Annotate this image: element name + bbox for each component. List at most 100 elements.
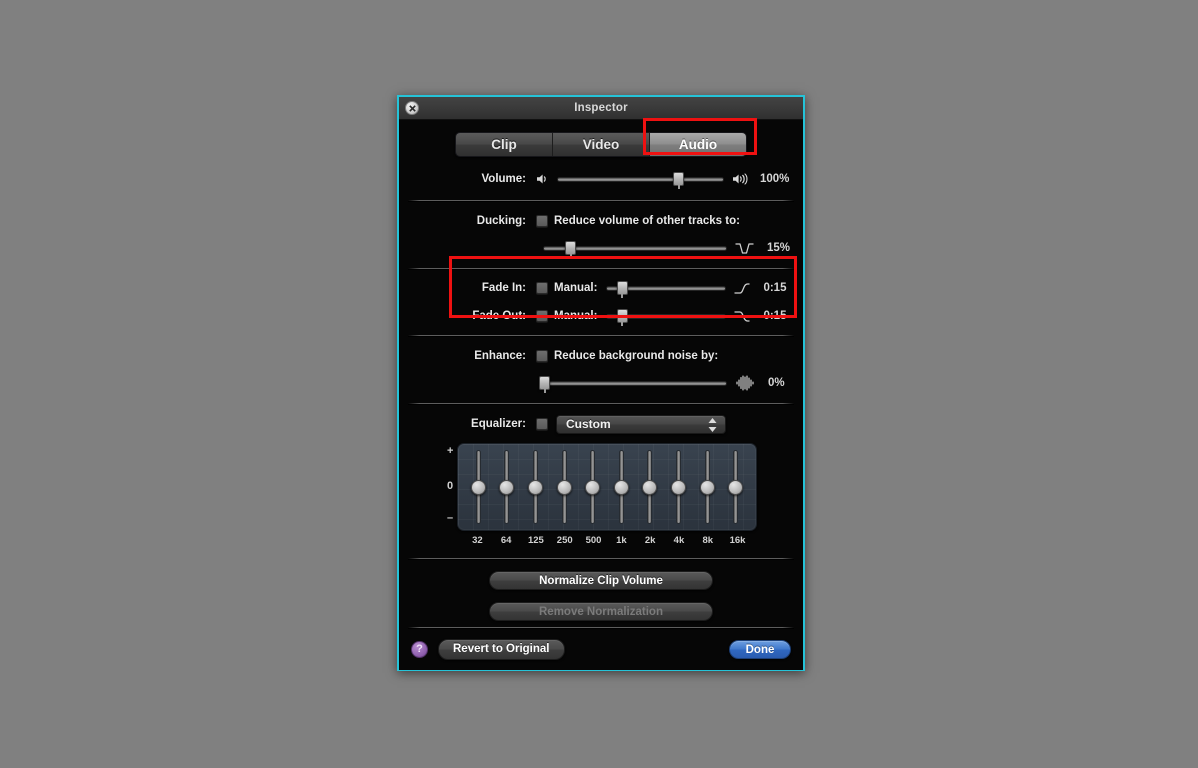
volume-row: Volume: 100% [408,168,794,190]
normalize-section: Normalize Clip Volume Remove Normalizati… [399,559,803,621]
enhance-label: Enhance: [474,350,526,362]
revert-to-original-button[interactable]: Revert to Original [438,638,565,660]
volume-slider[interactable] [557,171,724,189]
enhance-value: 0% [768,377,785,389]
normalize-clip-volume-button[interactable]: Normalize Clip Volume [489,571,713,590]
equalizer-preset-select[interactable]: Custom [556,414,726,434]
fade-in-manual-label: Manual: [554,282,598,294]
equalizer-row: Equalizer: Custom [408,413,794,435]
equalizer-band-knob[interactable] [585,479,601,495]
segmented-control: Clip Video Audio [455,132,747,157]
equalizer-band-knob[interactable] [728,479,744,495]
equalizer-frequency-label: 500 [585,535,602,546]
equalizer-band-knob[interactable] [470,479,486,495]
equalizer-frequency-label: 1k [616,535,627,546]
fade-in-slider-thumb[interactable] [616,281,628,298]
equalizer-frequency-label: 16k [729,535,746,546]
tab-audio[interactable]: Audio [650,133,746,156]
ducking-checkbox-label: Reduce volume of other tracks to: [554,215,740,227]
equalizer-checkbox[interactable] [536,418,548,430]
equalizer-band-125[interactable] [527,448,543,526]
equalizer-band-4k[interactable] [670,448,686,526]
enhance-checkbox[interactable] [536,350,548,362]
speaker-high-icon [732,173,749,185]
fade-out-row: Fade Out: Manual: 0:15 [408,305,794,327]
equalizer-bands [458,444,756,530]
equalizer-frequency-label: 2k [644,535,656,546]
equalizer-band-knob[interactable] [670,479,686,495]
fade-out-label: Fade Out: [472,310,526,322]
ducking-slider-row: 15% [408,237,794,259]
equalizer-band-16k[interactable] [728,448,744,526]
equalizer-frequency-labels: 32 64 125 250 500 1k 2k 4k 8k 16k [457,535,757,546]
ducking-checkbox[interactable] [536,215,548,227]
equalizer-scale-top: + [447,445,454,457]
fade-in-curve-icon [734,282,751,295]
speaker-low-icon [536,173,550,185]
volume-slider-track [557,177,724,182]
equalizer-frequency-label: 32 [472,535,483,546]
ducking-label: Ducking: [476,215,526,227]
ducking-slider-thumb[interactable] [565,241,577,258]
window-title: Inspector [574,102,628,114]
equalizer-scale-bottom: – [447,512,454,524]
equalizer-band-knob[interactable] [527,479,543,495]
fade-out-manual-label: Manual: [554,310,598,322]
volume-value: 100% [760,173,790,185]
equalizer-band-250[interactable] [556,448,572,526]
equalizer-frequency-label: 8k [702,535,714,546]
enhance-row: Enhance: Reduce background noise by: [408,345,794,367]
enhance-section: Enhance: Reduce background noise by: 0% [399,336,803,403]
fade-in-row: Fade In: Manual: 0:15 [408,277,794,299]
tab-clip[interactable]: Clip [456,133,553,156]
equalizer-preset-value: Custom [566,417,611,431]
help-button[interactable]: ? [411,640,428,658]
fade-out-checkbox[interactable] [536,310,548,322]
fade-out-slider[interactable] [606,308,727,326]
fade-in-slider[interactable] [606,280,727,298]
equalizer-frequency-label: 250 [556,535,573,546]
equalizer-label: Equalizer: [471,418,526,430]
inspector-footer: ? Revert to Original Done [399,628,803,670]
fade-out-slider-thumb[interactable] [616,309,628,326]
equalizer-band-64[interactable] [499,448,515,526]
equalizer-band-knob[interactable] [613,479,629,495]
inspector-tabs: Clip Video Audio [399,120,803,168]
equalizer-band-8k[interactable] [699,448,715,526]
equalizer-scale-mid: 0 [447,480,454,492]
volume-slider-thumb[interactable] [673,172,685,189]
equalizer-section: Equalizer: Custom + 0 – 32 64 125 250 50… [399,404,803,552]
equalizer-band-knob[interactable] [556,479,572,495]
equalizer-graph-wrapper: + 0 – 32 64 125 250 500 1k 2k 4k 8k 16k [408,443,794,546]
fade-in-label: Fade In: [481,282,526,294]
done-button[interactable]: Done [729,639,791,659]
enhance-slider-track [543,381,727,386]
fade-out-curve-icon [734,310,751,323]
chevron-updown-icon [708,417,717,432]
fade-out-value: 0:15 [763,310,787,322]
ducking-section: Ducking: Reduce volume of other tracks t… [399,201,803,268]
equalizer-band-knob[interactable] [699,479,715,495]
equalizer-panel[interactable] [457,443,757,531]
volume-section: Volume: 100% [399,168,803,200]
ducking-value: 15% [767,242,791,254]
inspector-window: Inspector Clip Video Audio Volume: 100% … [397,95,805,671]
remove-normalization-button: Remove Normalization [489,602,713,621]
equalizer-band-32[interactable] [470,448,486,526]
equalizer-band-1k[interactable] [613,448,629,526]
noise-waveform-icon [735,375,755,391]
close-icon[interactable] [405,101,419,115]
ducking-dip-curve-icon [735,242,754,255]
enhance-slider[interactable] [539,375,727,393]
equalizer-band-2k[interactable] [642,448,658,526]
window-titlebar: Inspector [399,97,803,120]
equalizer-frequency-label: 125 [527,535,544,546]
tab-video[interactable]: Video [553,133,650,156]
ducking-row: Ducking: Reduce volume of other tracks t… [408,210,794,232]
ducking-slider[interactable] [543,240,727,258]
fade-in-checkbox[interactable] [536,282,548,294]
equalizer-band-knob[interactable] [499,479,515,495]
equalizer-band-500[interactable] [585,448,601,526]
enhance-slider-thumb[interactable] [539,376,551,393]
equalizer-band-knob[interactable] [642,479,658,495]
